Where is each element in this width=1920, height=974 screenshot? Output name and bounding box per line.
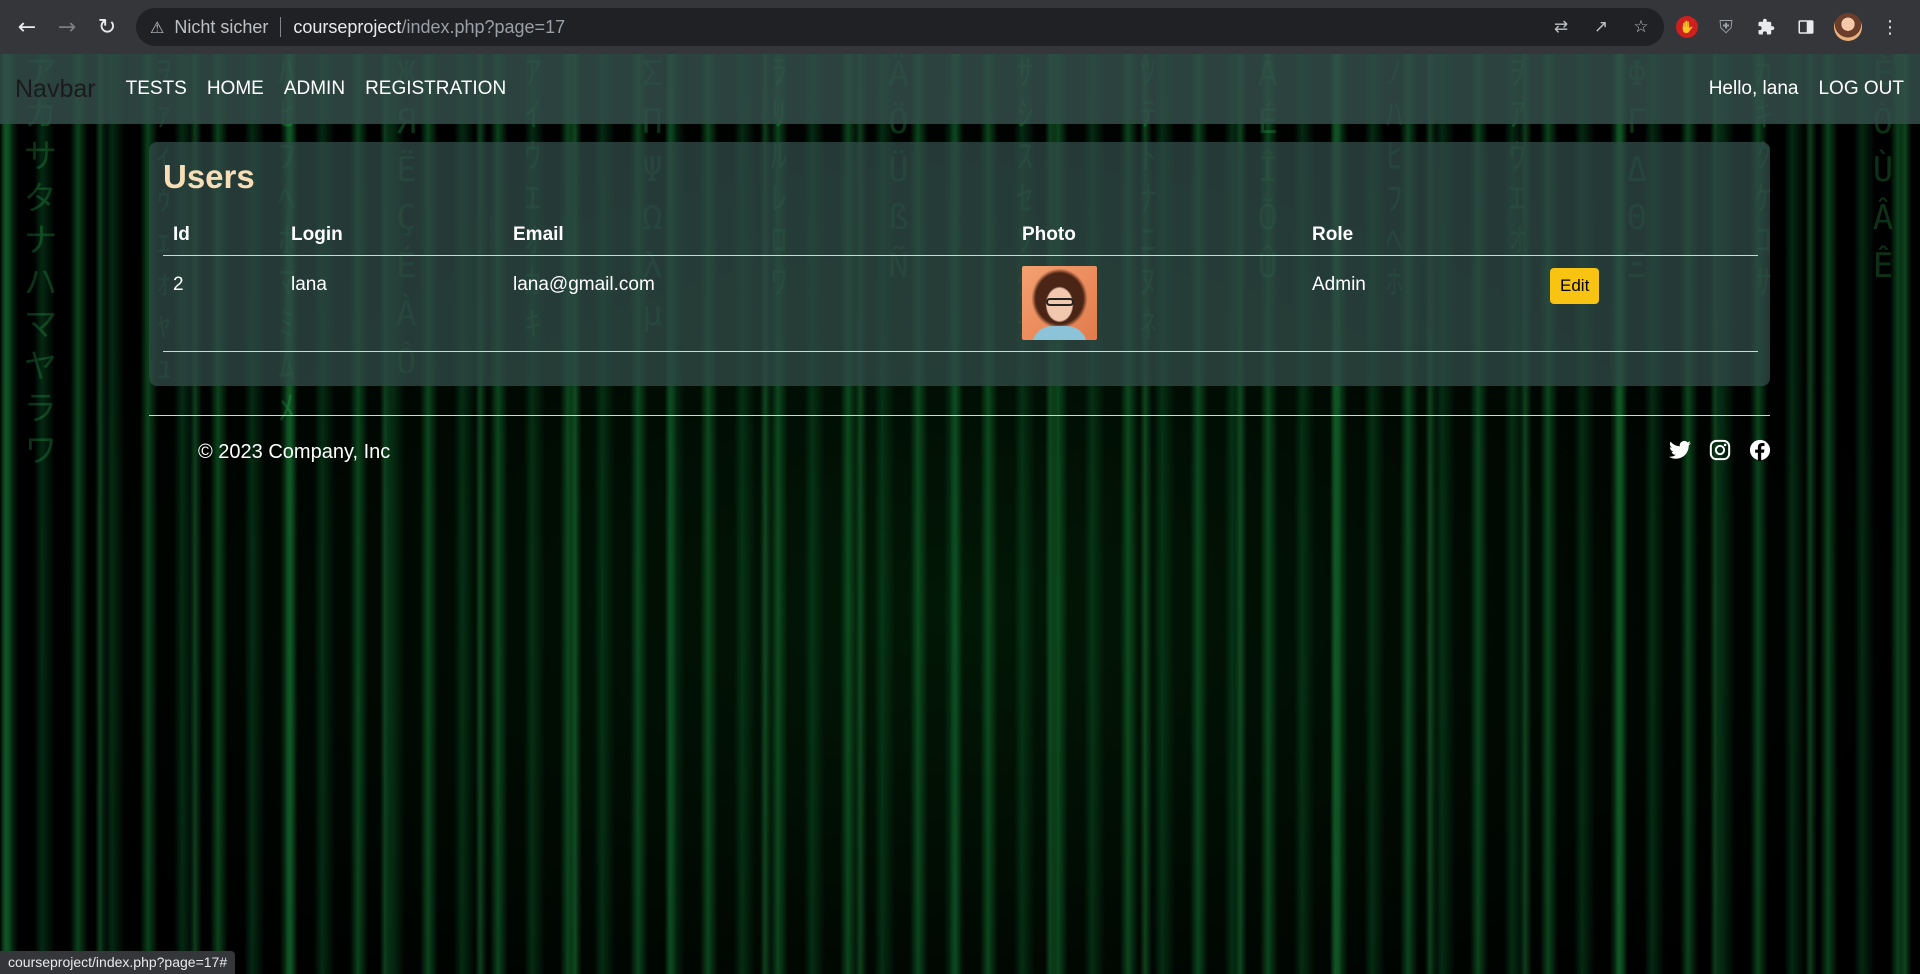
logout-link[interactable]: LOG OUT [1818, 78, 1904, 100]
table-row: 2 lana lana@gmail.com Admin Edit [163, 256, 1758, 352]
translate-icon[interactable]: ⇄ [1550, 17, 1572, 37]
reload-icon[interactable]: ↻ [87, 7, 127, 47]
bookmark-star-icon[interactable]: ☆ [1630, 17, 1652, 37]
browser-toolbar: ← → ↻ ⚠ Nicht sicher courseproject /inde… [0, 0, 1920, 54]
edit-button[interactable]: Edit [1550, 268, 1600, 304]
url-host: courseproject [293, 16, 402, 37]
column-header-id: Id [173, 224, 190, 245]
cell-id: 2 [173, 274, 184, 295]
social-links [1668, 438, 1772, 462]
menu-kebab-icon[interactable]: ⋮ [1878, 15, 1902, 39]
cell-role: Admin [1312, 274, 1366, 295]
user-photo [1022, 266, 1097, 340]
profile-avatar[interactable] [1834, 13, 1862, 41]
site-navbar: Navbar TESTS HOME ADMIN REGISTRATION Hel… [0, 54, 1920, 124]
column-header-role: Role [1312, 224, 1354, 245]
back-icon[interactable]: ← [7, 7, 47, 47]
facebook-icon[interactable] [1748, 438, 1772, 462]
users-card: Users Id Login Email Photo Role 2 lana l… [149, 142, 1770, 386]
adblock-extension-icon[interactable]: ✋ [1676, 16, 1698, 38]
nav-link-tests[interactable]: TESTS [126, 78, 187, 100]
user-greeting: Hello, lana [1708, 78, 1799, 99]
twitter-icon[interactable] [1668, 438, 1692, 462]
page-title: Users [163, 158, 255, 195]
puzzle-extensions-icon[interactable] [1754, 15, 1778, 39]
nav-link-home[interactable]: HOME [207, 78, 264, 100]
nav-link-registration[interactable]: REGISTRATION [365, 78, 506, 100]
footer-copyright: © 2023 Company, Inc [198, 441, 391, 463]
shield-extension-icon[interactable]: ⛨ [1714, 15, 1738, 39]
users-table: Id Login Email Photo Role 2 lana lana@gm… [163, 212, 1758, 352]
table-header: Id Login Email Photo Role [163, 212, 1758, 256]
url-path: /index.php?page=17 [401, 16, 566, 37]
divider [280, 17, 282, 37]
share-icon[interactable]: ↗ [1590, 17, 1612, 37]
cell-login: lana [291, 274, 327, 295]
navbar-brand[interactable]: Navbar [15, 75, 96, 104]
address-bar[interactable]: ⚠ Nicht sicher courseproject /index.php?… [136, 8, 1664, 46]
security-label: Nicht sicher [174, 16, 269, 37]
instagram-icon[interactable] [1708, 438, 1732, 462]
forward-icon[interactable]: → [47, 7, 87, 47]
status-bar-url: courseproject/index.php?page=17# [0, 951, 236, 974]
cell-email: lana@gmail.com [513, 274, 655, 295]
column-header-login: Login [291, 224, 343, 245]
column-header-email: Email [513, 224, 564, 245]
footer-divider [149, 415, 1770, 416]
side-panel-icon[interactable] [1794, 15, 1818, 39]
column-header-photo: Photo [1022, 224, 1076, 245]
warning-icon: ⚠ [150, 17, 165, 37]
nav-link-admin[interactable]: ADMIN [284, 78, 345, 100]
